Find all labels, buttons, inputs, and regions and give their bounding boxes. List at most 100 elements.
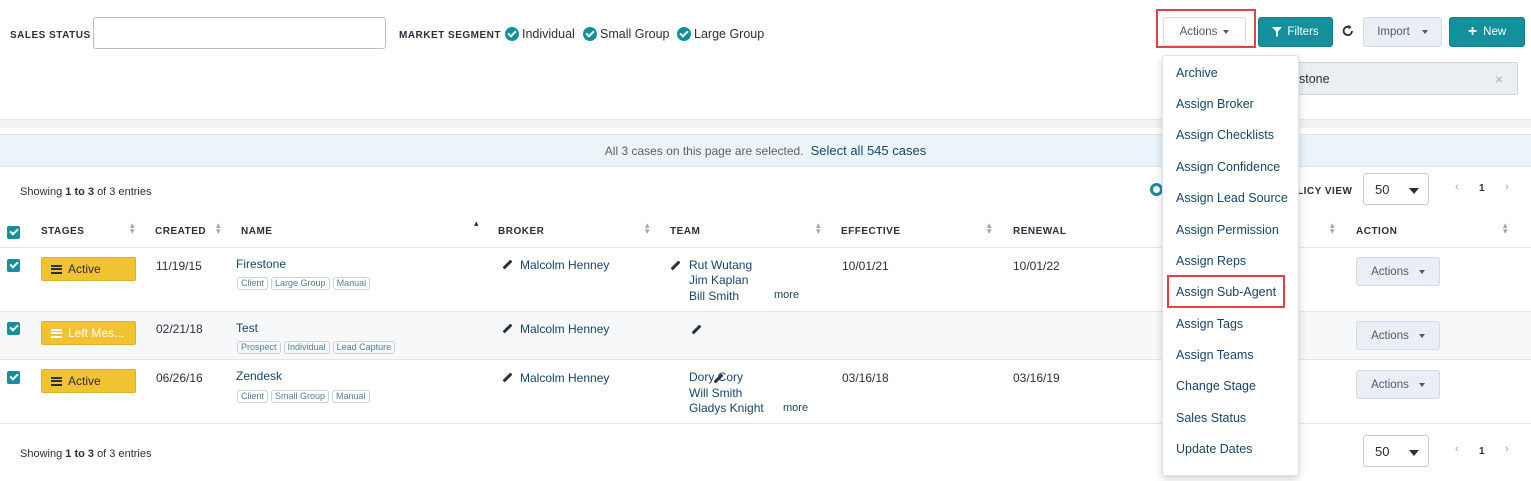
showing-entries-bottom: Showing 1 to 3 of 3 entries bbox=[20, 448, 151, 460]
broker-cell[interactable]: Malcolm Henney bbox=[502, 258, 609, 272]
created-date: 11/19/15 bbox=[156, 259, 202, 273]
team-member: Gladys Knight bbox=[689, 401, 764, 415]
import-button[interactable]: Import bbox=[1363, 17, 1442, 47]
prev-page-icon[interactable]: ‹ bbox=[1455, 443, 1459, 455]
filters-button[interactable]: Filters bbox=[1258, 17, 1333, 47]
header-broker[interactable]: BROKER bbox=[498, 226, 544, 237]
menu-item-sales-status[interactable]: Sales Status bbox=[1176, 411, 1246, 425]
table-row[interactable] bbox=[0, 360, 1531, 423]
header-name[interactable]: NAME bbox=[241, 226, 272, 237]
page-size-select-top[interactable]: 50 bbox=[1363, 173, 1429, 205]
tag: Large Group bbox=[271, 277, 330, 290]
team-more-link[interactable]: more bbox=[774, 289, 799, 301]
segment-label: Large Group bbox=[694, 27, 765, 41]
menu-item-update-dates[interactable]: Update Dates bbox=[1176, 442, 1252, 456]
header-effective[interactable]: EFFECTIVE bbox=[841, 226, 901, 237]
sort-icon[interactable]: ▴ ▾ bbox=[987, 221, 992, 236]
menu-item-change-stage[interactable]: Change Stage bbox=[1176, 379, 1256, 393]
search-chip[interactable]: stone × bbox=[1280, 62, 1518, 95]
header-team[interactable]: TEAM bbox=[670, 226, 700, 237]
stage-badge[interactable]: Active bbox=[41, 257, 136, 281]
header-stages[interactable]: STAGES bbox=[41, 226, 84, 237]
tag: Client bbox=[237, 390, 269, 403]
row-actions-button[interactable]: Actions bbox=[1356, 370, 1440, 399]
sales-status-input[interactable] bbox=[93, 17, 386, 49]
pencil-icon[interactable] bbox=[502, 324, 512, 334]
case-name-link[interactable]: Test bbox=[236, 321, 258, 335]
menu-item-assign-sub-agent[interactable]: Assign Sub-Agent bbox=[1176, 285, 1276, 299]
header-renewal[interactable]: RENEWAL bbox=[1013, 226, 1067, 237]
menu-item-assign-lead-source[interactable]: Assign Lead Source bbox=[1176, 191, 1288, 205]
sort-icon[interactable]: ▴ ▾ bbox=[1503, 221, 1508, 236]
effective-date: 10/01/21 bbox=[842, 259, 889, 273]
stage-badge[interactable]: Active bbox=[41, 369, 136, 393]
sort-icon[interactable]: ▴ ▾ bbox=[1330, 221, 1335, 236]
caret-down-icon bbox=[1418, 382, 1425, 387]
new-button-label: New bbox=[1483, 26, 1507, 38]
menu-item-assign-checklists[interactable]: Assign Checklists bbox=[1176, 128, 1274, 142]
menu-item-assign-permission[interactable]: Assign Permission bbox=[1176, 223, 1279, 237]
team-more-link[interactable]: more bbox=[783, 402, 808, 414]
page-number[interactable]: 1 bbox=[1479, 183, 1485, 194]
menu-item-archive[interactable]: Archive bbox=[1176, 66, 1218, 80]
menu-item-assign-tags[interactable]: Assign Tags bbox=[1176, 317, 1243, 331]
broker-cell[interactable]: Malcolm Henney bbox=[502, 322, 609, 336]
prev-page-icon[interactable]: ‹ bbox=[1455, 181, 1459, 193]
sales-status-label: SALES STATUS bbox=[10, 30, 91, 41]
page-size-select-bottom[interactable]: 50 bbox=[1363, 435, 1429, 467]
header-action: ACTION bbox=[1356, 226, 1398, 237]
sort-asc-icon[interactable]: ▴ bbox=[474, 219, 479, 228]
row-actions-label: Actions bbox=[1371, 265, 1409, 278]
caret-down-icon bbox=[1421, 30, 1428, 34]
page-number[interactable]: 1 bbox=[1479, 446, 1485, 457]
segment-large-group[interactable]: Large Group bbox=[677, 27, 764, 41]
segment-small-group[interactable]: Small Group bbox=[583, 27, 669, 41]
stage-badge[interactable]: Left Mes... bbox=[41, 321, 136, 345]
header-created[interactable]: CREATED bbox=[155, 226, 206, 237]
caret-down-icon bbox=[1409, 188, 1419, 194]
menu-item-assign-confidence[interactable]: Assign Confidence bbox=[1176, 160, 1280, 174]
segment-individual[interactable]: Individual bbox=[505, 27, 575, 41]
tag-list: Prospect Individual Lead Capture bbox=[237, 339, 398, 354]
pencil-icon[interactable] bbox=[670, 261, 680, 271]
close-icon[interactable]: × bbox=[1495, 71, 1503, 87]
case-name-link[interactable]: Firestone bbox=[236, 257, 286, 271]
table-row[interactable] bbox=[0, 312, 1531, 359]
sort-icon[interactable]: ▴ ▾ bbox=[216, 221, 221, 236]
select-all-link[interactable]: Select all 545 cases bbox=[811, 143, 927, 158]
refresh-icon[interactable] bbox=[1341, 24, 1355, 38]
row-actions-button[interactable]: Actions bbox=[1356, 257, 1440, 286]
broker-cell[interactable]: Malcolm Henney bbox=[502, 371, 609, 385]
row-checkbox[interactable] bbox=[7, 371, 20, 384]
tag: Prospect bbox=[237, 341, 281, 354]
row-checkbox[interactable] bbox=[7, 259, 20, 272]
select-all-checkbox[interactable] bbox=[7, 226, 20, 239]
row-checkbox[interactable] bbox=[7, 322, 20, 335]
next-page-icon[interactable]: › bbox=[1505, 443, 1509, 455]
search-chip-text: stone bbox=[1299, 72, 1330, 86]
sort-icon[interactable]: ▴ ▾ bbox=[816, 221, 821, 236]
pencil-icon[interactable] bbox=[691, 325, 701, 335]
pencil-icon[interactable] bbox=[502, 373, 512, 383]
sort-icon[interactable]: ▴ ▾ bbox=[645, 221, 650, 236]
menu-item-assign-teams[interactable]: Assign Teams bbox=[1176, 348, 1254, 362]
import-button-label: Import bbox=[1377, 26, 1410, 38]
team-member: Rut Wutang bbox=[689, 258, 753, 272]
tag: Manual bbox=[332, 277, 371, 290]
new-button[interactable]: + New bbox=[1449, 17, 1525, 47]
policy-view-label: LICY VIEW bbox=[1297, 186, 1353, 197]
stage-label: Active bbox=[68, 262, 101, 276]
next-page-icon[interactable]: › bbox=[1505, 181, 1509, 193]
table-row[interactable] bbox=[0, 248, 1531, 311]
menu-item-assign-broker[interactable]: Assign Broker bbox=[1176, 97, 1254, 111]
menu-item-assign-reps[interactable]: Assign Reps bbox=[1176, 254, 1246, 268]
row-actions-button[interactable]: Actions bbox=[1356, 321, 1440, 350]
tag: Individual bbox=[283, 341, 330, 354]
case-name-link[interactable]: Zendesk bbox=[236, 369, 282, 383]
plus-icon: + bbox=[1467, 23, 1478, 40]
showing-range: 1 to 3 bbox=[65, 186, 94, 198]
filter-icon bbox=[1272, 27, 1283, 37]
actions-button[interactable]: Actions bbox=[1163, 17, 1246, 46]
pencil-icon[interactable] bbox=[502, 260, 512, 270]
sort-icon[interactable]: ▴ ▾ bbox=[130, 221, 135, 236]
